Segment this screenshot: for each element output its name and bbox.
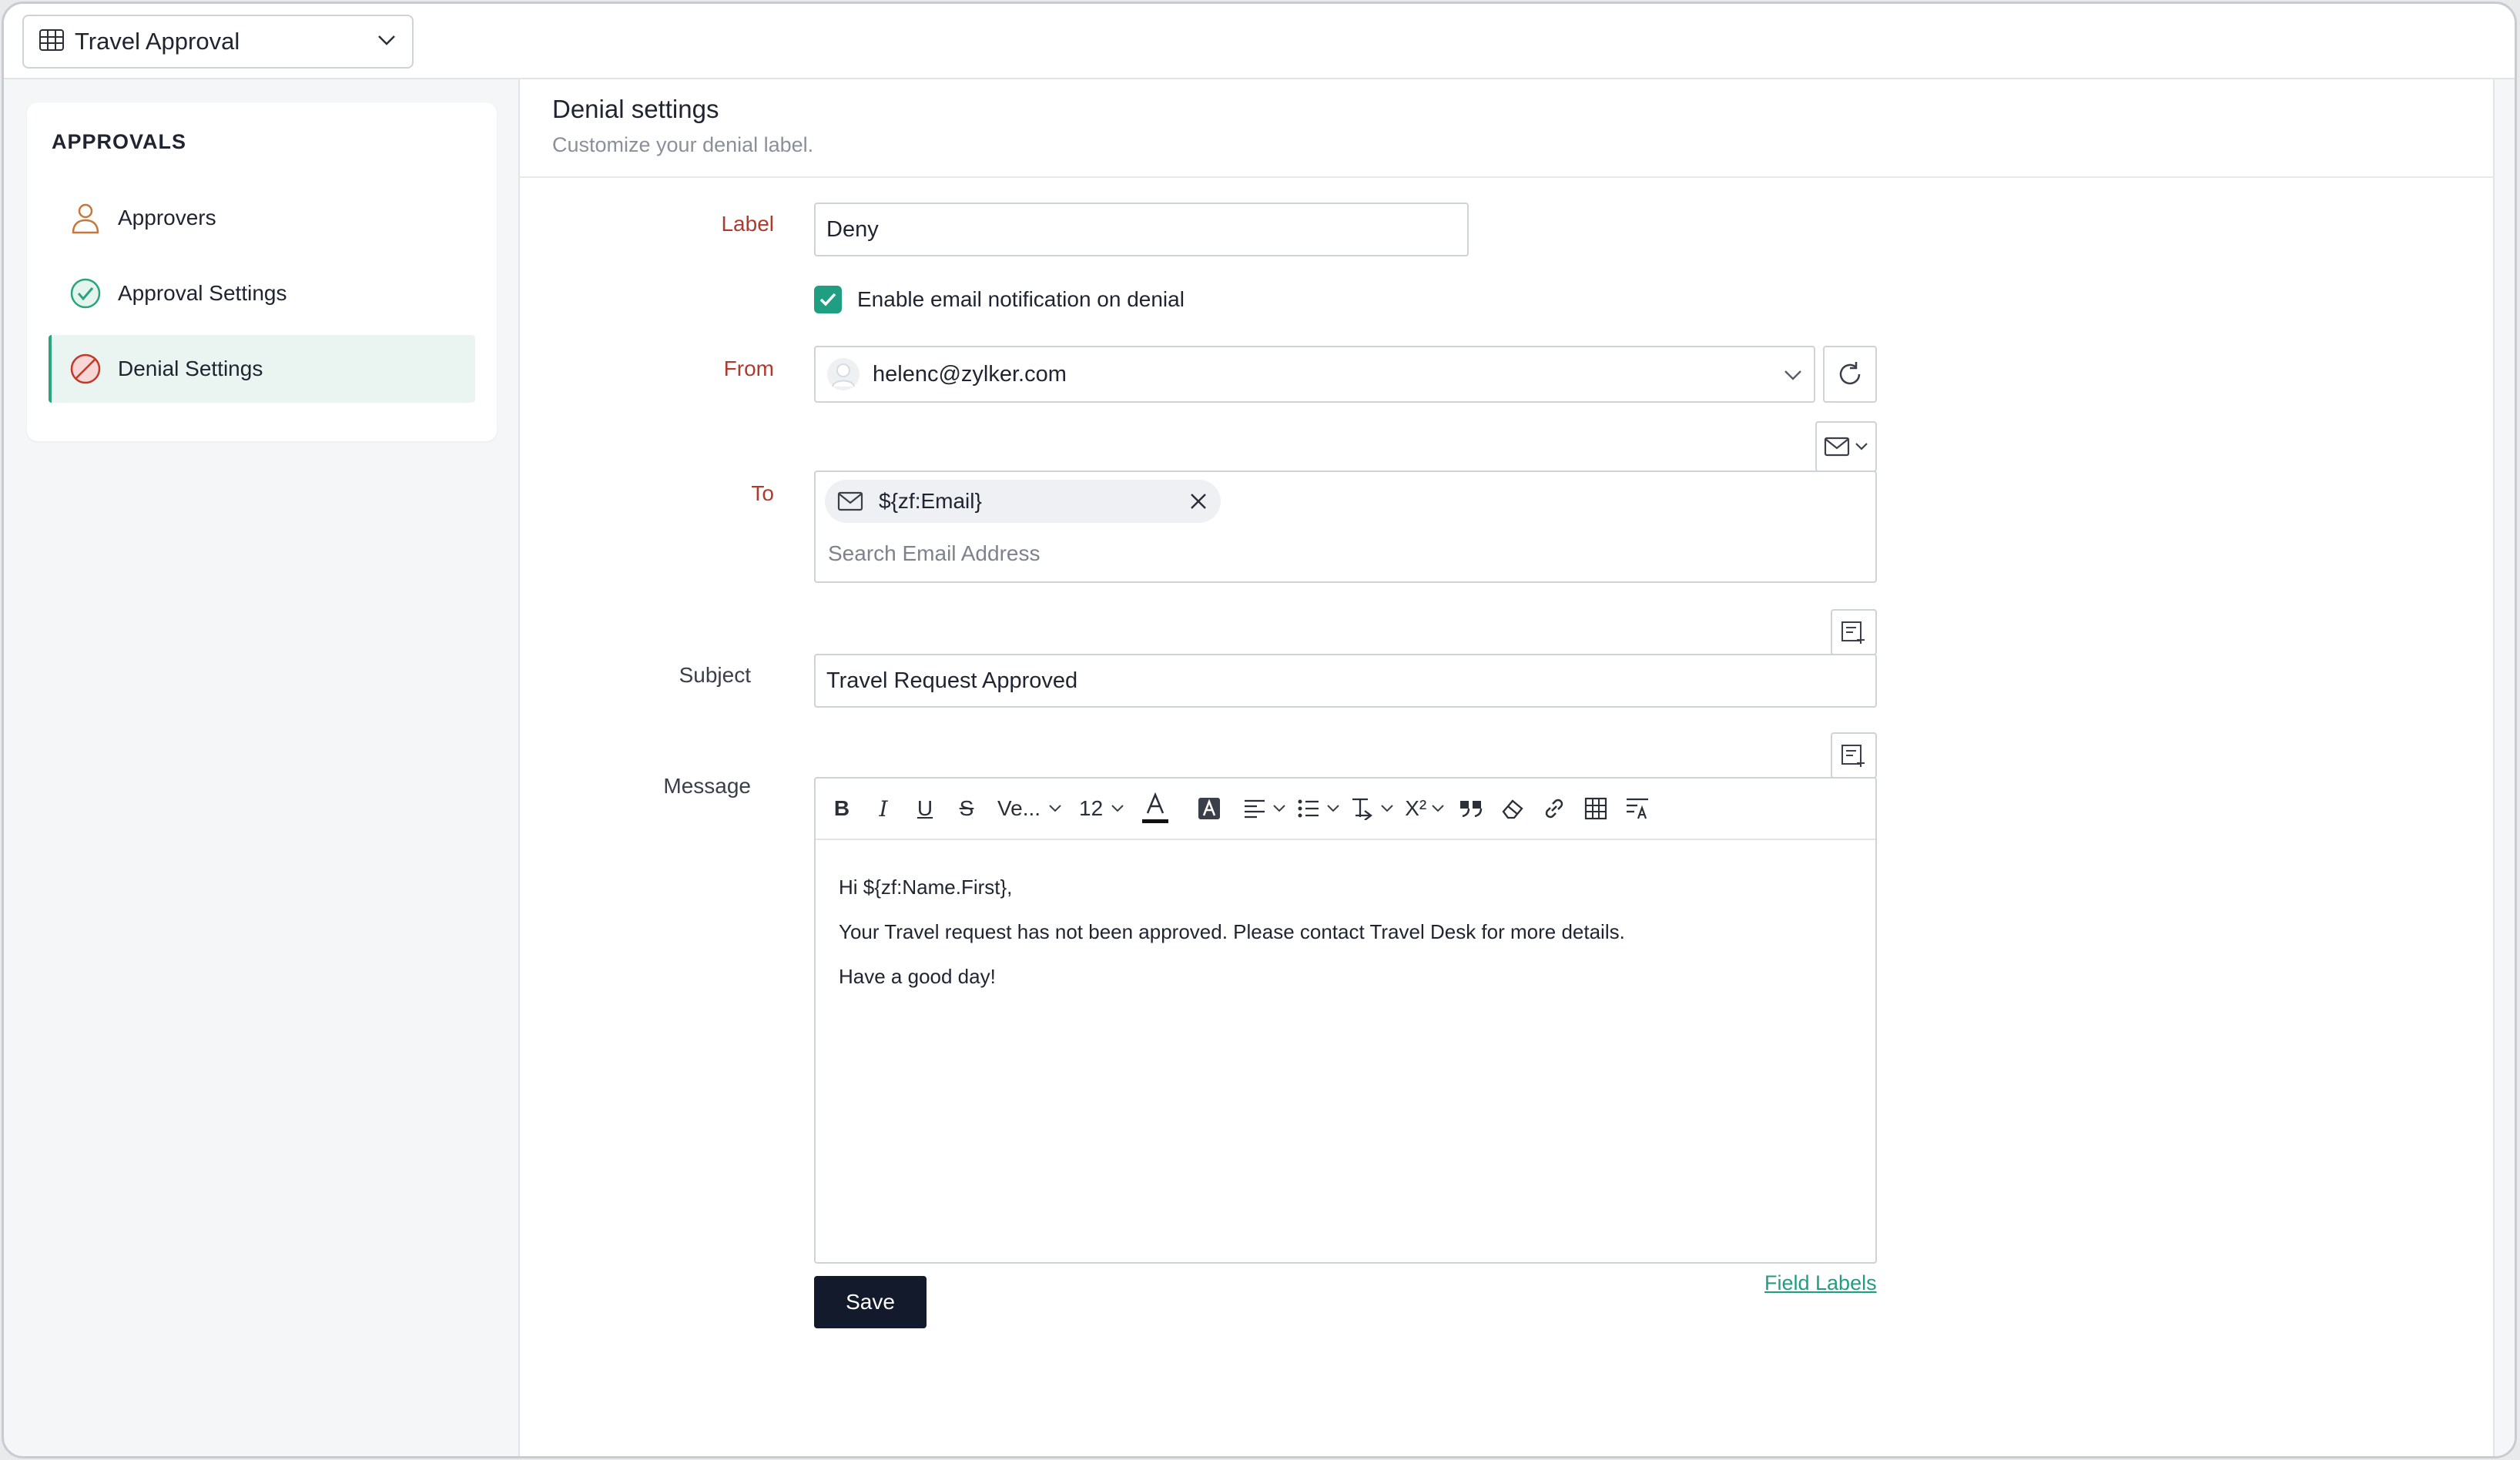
indent-dropdown[interactable] xyxy=(1351,787,1394,830)
text-settings-icon xyxy=(1627,798,1649,819)
from-select-value: helenc@zylker.com xyxy=(873,361,1067,387)
strikethrough-button[interactable]: S xyxy=(951,787,982,830)
app-selector-label: Travel Approval xyxy=(75,28,240,55)
sidebar-item-approvers[interactable]: Approvers xyxy=(49,184,475,252)
table-icon xyxy=(1585,797,1607,820)
chevron-down-icon xyxy=(1273,805,1285,812)
superscript-dropdown[interactable]: X² xyxy=(1405,787,1445,830)
to-search-placeholder[interactable]: Search Email Address xyxy=(828,541,1040,566)
insert-field-button-message[interactable] xyxy=(1831,732,1877,779)
font-size-dropdown[interactable]: 12 xyxy=(1079,787,1124,830)
chevron-down-icon xyxy=(1049,805,1061,812)
close-icon xyxy=(1191,494,1206,509)
align-dropdown[interactable] xyxy=(1243,787,1286,830)
to-recipients-field[interactable]: ${zf:Email} Search Email Address xyxy=(814,470,1877,583)
insert-field-icon xyxy=(1841,621,1865,644)
save-button[interactable]: Save xyxy=(814,1276,927,1328)
app-selector-dropdown[interactable]: Travel Approval xyxy=(22,15,414,69)
insert-field-icon xyxy=(1841,745,1865,767)
label-input[interactable]: Deny xyxy=(814,203,1469,256)
refresh-button[interactable] xyxy=(1823,346,1877,403)
recipient-chip-label: ${zf:Email} xyxy=(879,489,982,513)
text-color-icon xyxy=(1142,792,1169,823)
link-icon xyxy=(1545,799,1563,819)
app-window: Travel Approval APPROVALS Approvers Appr… xyxy=(2,2,2517,1458)
list-dropdown[interactable] xyxy=(1297,787,1340,830)
field-labels-link[interactable]: Field Labels xyxy=(1764,1271,1877,1295)
right-gutter xyxy=(2493,79,2515,1456)
insert-link-button[interactable] xyxy=(1539,787,1570,830)
sidebar-item-denial-settings[interactable]: Denial Settings xyxy=(49,335,475,403)
chevron-down-icon xyxy=(1327,805,1339,812)
label-input-value: Deny xyxy=(826,216,879,242)
clear-format-button[interactable] xyxy=(1497,787,1528,830)
background-color-button[interactable] xyxy=(1194,787,1225,830)
bold-button[interactable]: B xyxy=(826,787,857,830)
recipient-chip: ${zf:Email} xyxy=(825,480,1221,523)
to-field-caption: To xyxy=(751,481,774,505)
blockquote-button[interactable] xyxy=(1456,787,1486,830)
align-left-icon xyxy=(1245,799,1265,819)
chevron-down-icon xyxy=(1855,443,1868,450)
underline-button[interactable]: U xyxy=(910,787,940,830)
chevron-down-icon xyxy=(377,34,397,50)
font-size-value: 12 xyxy=(1079,796,1104,820)
sidebar-item-label: Denial Settings xyxy=(118,357,263,380)
indent-icon xyxy=(1352,798,1373,820)
superscript-icon: X² xyxy=(1405,796,1427,820)
bulleted-list-icon xyxy=(1298,799,1319,818)
subject-field-caption: Subject xyxy=(679,663,751,687)
refresh-icon xyxy=(1839,362,1861,385)
user-icon xyxy=(69,201,102,235)
from-field-caption: From xyxy=(723,357,774,380)
remove-chip-button[interactable] xyxy=(1188,491,1208,511)
page-title: Denial settings xyxy=(552,95,719,123)
top-bar: Travel Approval xyxy=(4,4,2515,79)
deny-circle-icon xyxy=(69,352,102,386)
quote-icon xyxy=(1460,801,1483,818)
check-circle-icon xyxy=(69,276,102,310)
sidebar-item-approval-settings[interactable]: Approval Settings xyxy=(49,260,475,327)
sidebar-heading: APPROVALS xyxy=(52,130,187,153)
insert-field-button-subject[interactable] xyxy=(1831,609,1877,655)
message-body[interactable]: Hi ${zf:Name.First}, Your Travel request… xyxy=(839,865,1625,999)
content-header: Denial settings Customize your denial la… xyxy=(520,79,2493,178)
chevron-down-icon xyxy=(1432,805,1444,812)
font-family-value: Ve... xyxy=(997,796,1041,820)
message-line: Hi ${zf:Name.First}, xyxy=(839,876,1013,899)
editor-toolbar: B I U S Ve... 12 X² xyxy=(816,779,1875,840)
avatar xyxy=(826,357,860,391)
message-field-caption: Message xyxy=(663,774,751,798)
message-line: Your Travel request has not been approve… xyxy=(839,920,1625,943)
font-family-dropdown[interactable]: Ve... xyxy=(997,787,1062,830)
text-color-button[interactable] xyxy=(1135,787,1175,830)
email-notification-checkbox[interactable] xyxy=(814,286,842,313)
eraser-icon xyxy=(1502,799,1523,819)
subject-input-value: Travel Request Approved xyxy=(826,668,1078,693)
email-type-dropdown[interactable] xyxy=(1815,421,1877,472)
message-editor[interactable]: B I U S Ve... 12 X² Hi ${zf:Name.First},… xyxy=(814,777,1877,1264)
from-select[interactable]: helenc@zylker.com xyxy=(814,346,1815,403)
insert-table-button[interactable] xyxy=(1580,787,1611,830)
subject-input[interactable]: Travel Request Approved xyxy=(814,654,1877,708)
chevron-down-icon xyxy=(1111,805,1124,812)
more-formatting-button[interactable] xyxy=(1622,787,1653,830)
table-icon xyxy=(39,28,64,55)
sidebar: APPROVALS Approvers Approval Settings De… xyxy=(27,102,497,441)
mail-icon xyxy=(1824,437,1850,457)
italic-button[interactable]: I xyxy=(868,787,899,830)
message-line: Have a good day! xyxy=(839,965,996,988)
sidebar-item-label: Approval Settings xyxy=(118,281,287,305)
page-subtitle: Customize your denial label. xyxy=(552,133,814,156)
mail-icon xyxy=(837,491,863,511)
chevron-down-icon xyxy=(1783,362,1803,387)
checkmark-icon xyxy=(819,293,836,306)
main-content: Denial settings Customize your denial la… xyxy=(518,79,2493,1456)
chevron-down-icon xyxy=(1381,805,1393,812)
sidebar-item-label: Approvers xyxy=(118,206,216,229)
highlight-icon xyxy=(1198,798,1221,819)
email-notification-label: Enable email notification on denial xyxy=(857,287,1185,311)
label-field-caption: Label xyxy=(721,212,774,236)
